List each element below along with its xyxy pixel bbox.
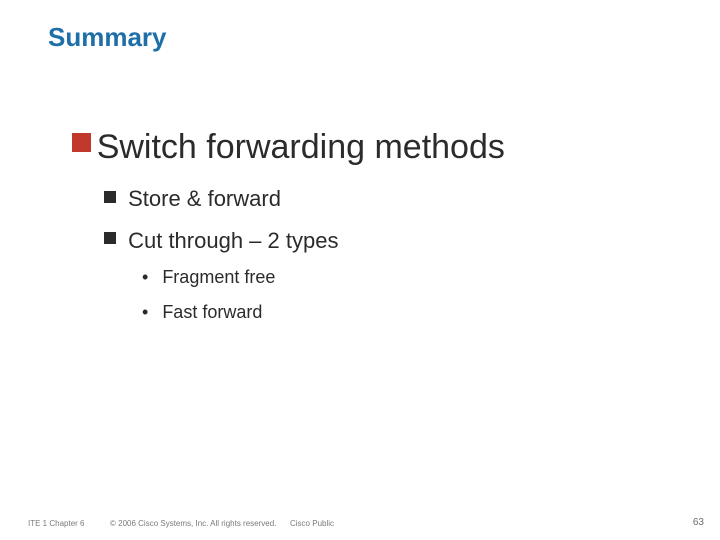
dot-bullet-icon: • <box>142 301 148 324</box>
footer-tag: Cisco Public <box>290 519 334 528</box>
sub-list-item-text: Fragment free <box>162 266 275 289</box>
list-item-text: Store & forward <box>128 185 281 213</box>
list-item: Cut through – 2 types <box>104 227 690 255</box>
footer-copyright: © 2006 Cisco Systems, Inc. All rights re… <box>110 519 276 528</box>
square-bullet-icon <box>104 227 116 255</box>
slide-content: Switch forwarding methods Store & forwar… <box>72 128 690 325</box>
slide: Summary Switch forwarding methods Store … <box>0 0 720 540</box>
square-bullet-icon <box>72 128 91 165</box>
sub-list-item: • Fragment free <box>142 266 690 289</box>
dot-bullet-icon: • <box>142 266 148 289</box>
heading-text: Switch forwarding methods <box>97 128 505 167</box>
square-bullet-icon <box>104 185 116 213</box>
sub-list-item-text: Fast forward <box>162 301 262 324</box>
sub-list-item: • Fast forward <box>142 301 690 324</box>
slide-footer: ITE 1 Chapter 6 © 2006 Cisco Systems, In… <box>0 512 720 528</box>
heading-row: Switch forwarding methods <box>72 128 690 167</box>
footer-page-number: 63 <box>693 517 704 528</box>
slide-title: Summary <box>48 22 167 53</box>
list-item: Store & forward <box>104 185 690 213</box>
footer-chapter: ITE 1 Chapter 6 <box>28 519 84 528</box>
list-item-text: Cut through – 2 types <box>128 227 338 255</box>
